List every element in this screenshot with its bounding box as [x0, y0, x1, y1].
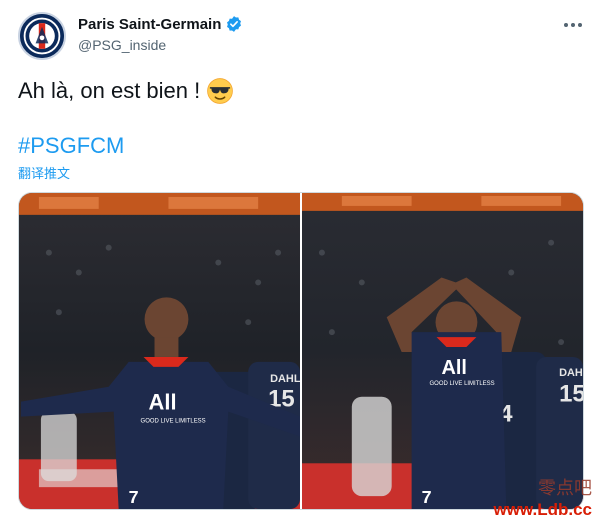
- photo-right-bg-name: DAHL: [559, 367, 583, 379]
- photo-left-bg-name: DAHL: [270, 373, 300, 385]
- tweet-body: Ah là, on est bien !: [18, 78, 201, 103]
- account-name[interactable]: Paris Saint-Germain: [78, 16, 221, 33]
- photo-left-image: 4 15 DAHL All GOOD LIVE LIMITLESS 7: [19, 193, 300, 509]
- sunglasses-emoji-icon: [207, 78, 234, 104]
- photo-left[interactable]: 4 15 DAHL All GOOD LIVE LIMITLESS 7: [19, 193, 300, 509]
- photo-right-number: 7: [422, 487, 432, 507]
- photo-left-number: 7: [129, 487, 139, 507]
- photo-left-sponsor: All: [149, 390, 177, 415]
- more-options-icon[interactable]: [562, 14, 584, 36]
- photo-right[interactable]: 4 15 DAHL All GOOD LIVE LIMITLESS 7: [302, 193, 583, 509]
- account-avatar[interactable]: [18, 12, 66, 60]
- verified-badge-icon: [227, 16, 242, 32]
- psg-crest-icon: [20, 14, 64, 58]
- photo-right-sponsor: All: [442, 357, 467, 379]
- photo-right-image: 4 15 DAHL All GOOD LIVE LIMITLESS 7: [302, 193, 583, 509]
- media-grid: 4 15 DAHL All GOOD LIVE LIMITLESS 7: [18, 192, 584, 510]
- tweet-text: Ah là, on est bien !: [18, 77, 234, 105]
- photo-left-tagline: GOOD LIVE LIMITLESS: [141, 419, 206, 425]
- hashtag-link[interactable]: #PSGFCM: [18, 133, 124, 159]
- translate-tweet-link[interactable]: 翻译推文: [18, 163, 70, 182]
- account-handle[interactable]: @PSG_inside: [78, 37, 166, 53]
- photo-right-tagline: GOOD LIVE LIMITLESS: [430, 381, 495, 387]
- photo-right-bg-number-b: 15: [559, 381, 583, 408]
